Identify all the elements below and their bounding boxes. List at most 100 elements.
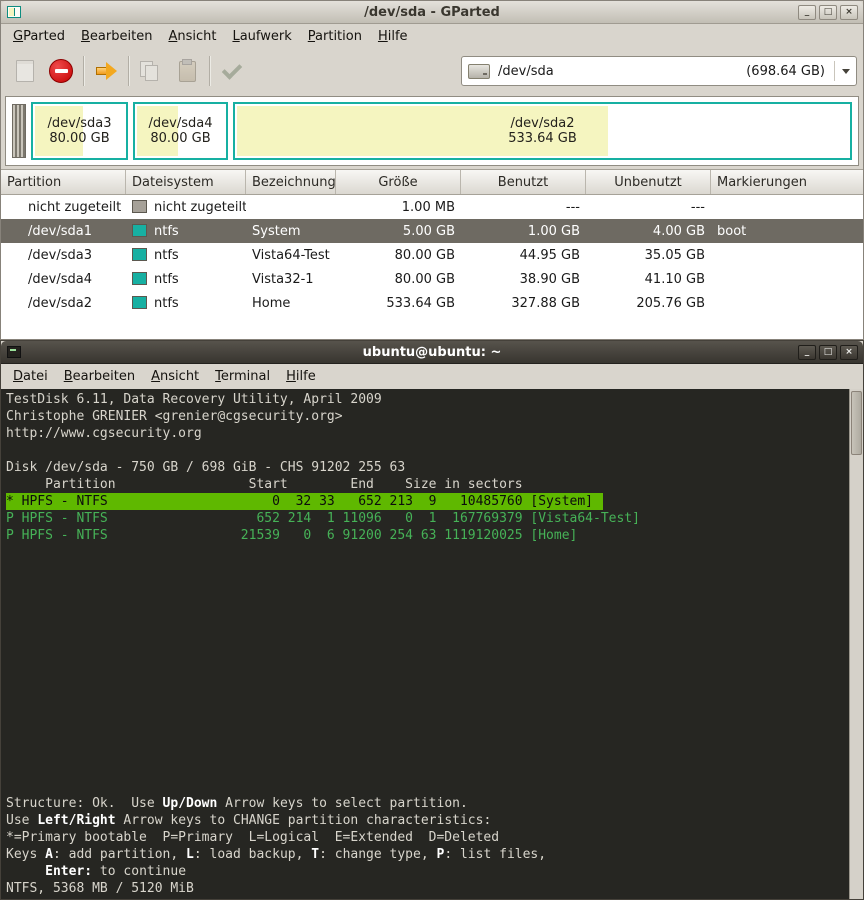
close-button[interactable]: ×	[840, 344, 858, 360]
cell-flags: boot	[717, 223, 747, 239]
cell-label: Vista64-Test	[252, 247, 330, 263]
toolbar-separator	[209, 56, 210, 86]
cell-size: 80.00 GB	[394, 247, 455, 263]
cell-size: 80.00 GB	[394, 271, 455, 287]
cell-label: Vista32-1	[252, 271, 314, 287]
filesystem-name: ntfs	[154, 295, 179, 311]
cell-size: 5.00 GB	[402, 223, 455, 239]
partition-name: /dev/sda3	[47, 116, 112, 131]
partition-segment-label: /dev/sda2 533.64 GB	[235, 104, 850, 158]
terminal-line: http://www.cgsecurity.org	[6, 426, 202, 441]
terminal-lines-bottom: Structure: Ok. Use Up/Down Arrow keys to…	[6, 795, 845, 897]
terminal-menu-terminal[interactable]: Terminal	[207, 366, 278, 387]
terminal-titlebar[interactable]: ubuntu@ubuntu: ~ _ □ ×	[1, 341, 863, 364]
terminal-window: ubuntu@ubuntu: ~ _ □ × Datei Bearbeiten Ansi…	[0, 340, 864, 900]
terminal-line: * HPFS - NTFS 0 32 33 652 213 9 10485760…	[6, 493, 845, 510]
table-row--dev-sda1[interactable]: /dev/sda1 ntfs System 5.00 GB 1.00 GB 4.00 GB…	[1, 219, 863, 243]
cell-partition: /dev/sda3	[28, 247, 92, 263]
column-header-5[interactable]: Unbenutzt	[586, 170, 711, 194]
cell-used: 327.88 GB	[511, 295, 580, 311]
gparted-window-controls: _ □ ×	[798, 4, 858, 20]
column-header-1[interactable]: Dateisystem	[126, 170, 246, 194]
partition-table-body: nicht zugeteilt nicht zugeteilt 1.00 MB ---…	[1, 195, 863, 315]
chevron-down-icon	[842, 68, 850, 74]
gparted-menu-partition[interactable]: Partition	[300, 26, 370, 47]
cell-unused: 205.76 GB	[636, 295, 705, 311]
cell-partition: nicht zugeteilt	[28, 199, 122, 215]
terminal-menu-bearbeiten[interactable]: Bearbeiten	[56, 366, 143, 387]
cell-used: 1.00 GB	[527, 223, 580, 239]
cell-size: 533.64 GB	[386, 295, 455, 311]
table-row--dev-sda2[interactable]: /dev/sda2 ntfs Home 533.64 GB 327.88 GB 205.7…	[1, 291, 863, 315]
gparted-menu-laufwerk[interactable]: Laufwerk	[224, 26, 299, 47]
copy-icon	[133, 53, 169, 89]
partition-segment-dev-sda4[interactable]: /dev/sda4 80.00 GB	[133, 102, 228, 160]
terminal-menubar: Datei Bearbeiten Ansicht Terminal Hilfe	[1, 364, 863, 389]
terminal-line: Partition Start End Size in sectors	[6, 477, 523, 492]
partition-size: 80.00 GB	[49, 131, 110, 146]
close-button[interactable]: ×	[840, 4, 858, 20]
terminal-blank-area	[6, 544, 845, 795]
selected-partition-highlight: * HPFS - NTFS 0 32 33 652 213 9 10485760…	[6, 493, 603, 510]
terminal-line: Enter: to continue	[45, 864, 187, 879]
gparted-titlebar[interactable]: /dev/sda - GParted _ □ ×	[1, 1, 863, 24]
gparted-menu-bearbeiten[interactable]: Bearbeiten	[73, 26, 160, 47]
device-size: (698.64 GB)	[746, 63, 825, 79]
maximize-button[interactable]: □	[819, 344, 837, 360]
scrollbar-thumb[interactable]	[851, 391, 862, 455]
resize-move-icon[interactable]	[88, 53, 124, 89]
device-path: /dev/sda	[498, 63, 554, 79]
terminal-output[interactable]: TestDisk 6.11, Data Recovery Utility, Ap…	[1, 389, 863, 899]
gparted-menu-ansicht[interactable]: Ansicht	[160, 26, 224, 47]
terminal-line: Structure: Ok. Use Up/Down Arrow keys to…	[6, 796, 468, 811]
table-row--dev-sda4[interactable]: /dev/sda4 ntfs Vista32-1 80.00 GB 38.90 GB 41…	[1, 267, 863, 291]
column-header-0[interactable]: Partition	[1, 170, 126, 194]
terminal-line: TestDisk 6.11, Data Recovery Utility, Ap…	[6, 392, 382, 407]
terminal-menu-ansicht[interactable]: Ansicht	[143, 366, 207, 387]
unallocated-strip[interactable]	[12, 104, 26, 158]
combo-separator	[834, 61, 835, 81]
filesystem-color-swatch	[132, 295, 147, 309]
column-header-6[interactable]: Markierungen	[711, 170, 863, 194]
cell-partition: /dev/sda2	[28, 295, 92, 311]
minimize-button[interactable]: _	[798, 4, 816, 20]
partition-size: 80.00 GB	[150, 131, 211, 146]
terminal-line: Use Left/Right Arrow keys to CHANGE part…	[6, 813, 492, 828]
terminal-line: Disk /dev/sda - 750 GB / 698 GiB - CHS 9…	[6, 460, 406, 475]
terminal-line: *=Primary bootable P=Primary L=Logical E…	[6, 830, 500, 845]
gparted-window-icon	[7, 6, 21, 18]
cell-partition: /dev/sda1	[28, 223, 92, 239]
toolbar-separator	[128, 56, 129, 86]
partition-segment-label: /dev/sda3 80.00 GB	[33, 104, 126, 158]
terminal-menu-hilfe[interactable]: Hilfe	[278, 366, 324, 387]
cell-used: ---	[565, 199, 580, 215]
cell-unused: 35.05 GB	[644, 247, 705, 263]
terminal-lines-top: TestDisk 6.11, Data Recovery Utility, Ap…	[6, 391, 845, 544]
terminal-scrollbar[interactable]	[849, 389, 863, 899]
table-row-nicht-zugeteilt[interactable]: nicht zugeteilt nicht zugeteilt 1.00 MB ---…	[1, 195, 863, 219]
column-header-2[interactable]: Bezeichnung	[246, 170, 336, 194]
delete-partition-icon[interactable]	[43, 53, 79, 89]
column-header-3[interactable]: Größe	[336, 170, 461, 194]
gparted-toolbar-buttons	[7, 53, 250, 89]
maximize-button[interactable]: □	[819, 4, 837, 20]
partition-segment-dev-sda3[interactable]: /dev/sda3 80.00 GB	[31, 102, 128, 160]
new-partition-icon	[7, 53, 43, 89]
filesystem-name: ntfs	[154, 271, 179, 287]
gparted-menu-gparted[interactable]: GParted	[5, 26, 73, 47]
terminal-window-icon	[7, 346, 21, 358]
cell-size: 1.00 MB	[401, 199, 455, 215]
toolbar-separator	[83, 56, 84, 86]
column-header-4[interactable]: Benutzt	[461, 170, 586, 194]
gparted-menu-hilfe[interactable]: Hilfe	[370, 26, 416, 47]
device-selector[interactable]: /dev/sda (698.64 GB)	[461, 56, 857, 86]
table-row--dev-sda3[interactable]: /dev/sda3 ntfs Vista64-Test 80.00 GB 44.95 G…	[1, 243, 863, 267]
desktop: /dev/sda - GParted _ □ × GParted Bearbeiten…	[0, 0, 864, 900]
terminal-menu-datei[interactable]: Datei	[5, 366, 56, 387]
drive-icon	[468, 63, 490, 79]
partition-segment-dev-sda2[interactable]: /dev/sda2 533.64 GB	[233, 102, 852, 160]
cell-unused: ---	[690, 199, 705, 215]
gparted-toolbar: /dev/sda (698.64 GB)	[1, 49, 863, 93]
minimize-button[interactable]: _	[798, 344, 816, 360]
